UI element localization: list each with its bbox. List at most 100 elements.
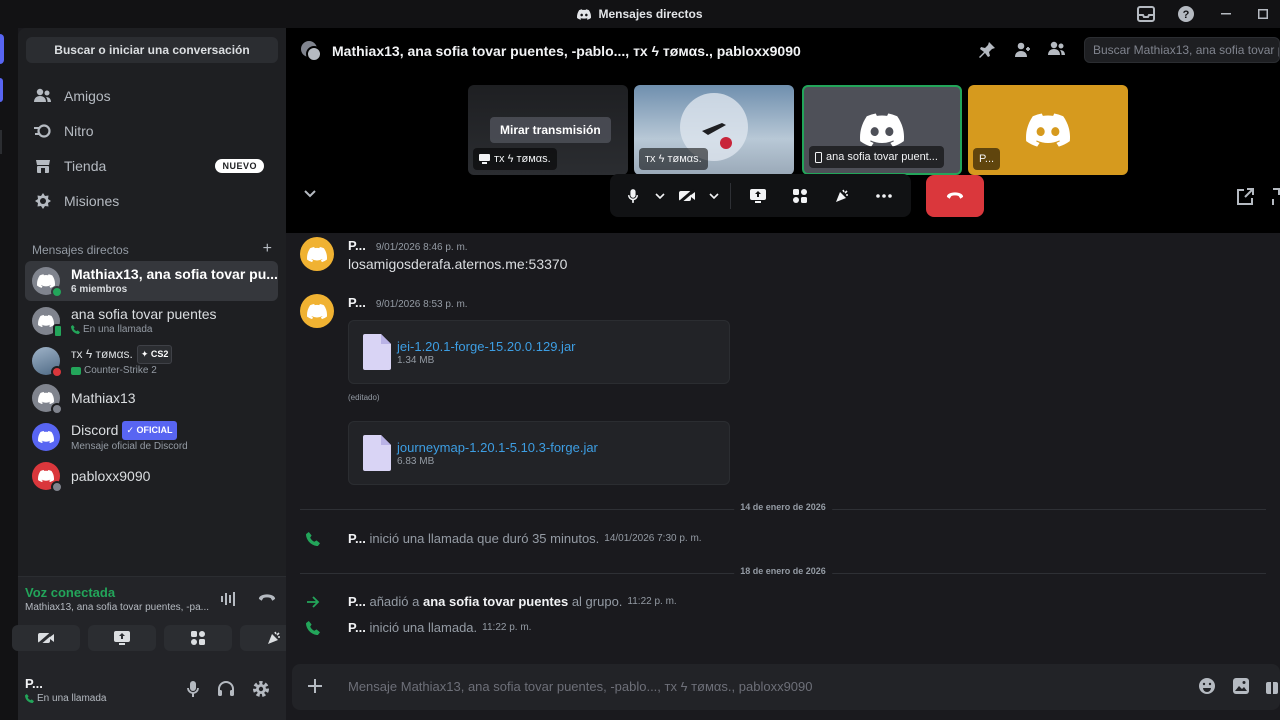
dm-activity: En una llamada [83,324,153,335]
mic-options-chevron-icon[interactable] [652,179,668,213]
pin-icon[interactable] [978,41,996,59]
participant-tile[interactable]: P... [968,85,1128,175]
message-composer[interactable]: Mensaje Mathiax13, ana sofia tovar puent… [292,664,1280,710]
dm-activity: Mensaje oficial de Discord [71,441,188,452]
message-author[interactable]: P... [348,295,366,310]
date-divider-label: 14 de enero de 2026 [734,502,832,512]
system-message-add: P... añadió a ana sofia tovar puentes al… [306,594,677,609]
camera-off-button[interactable] [12,625,80,651]
gift-icon[interactable] [1266,677,1278,695]
channel-search-placeholder: Buscar Mathiax13, ana sofia tovar puente… [1093,43,1279,57]
upload-plus-icon[interactable] [306,677,324,695]
channel-search-input[interactable]: Buscar Mathiax13, ana sofia tovar puente… [1084,37,1280,63]
hang-up-button[interactable] [926,175,984,217]
system-timestamp: 11:22 p. m. [627,596,677,607]
collapse-chevron-icon[interactable] [304,190,316,198]
microphone-icon[interactable] [186,680,200,698]
system-author[interactable]: P... [348,594,366,609]
camera-off-icon [38,631,54,645]
voice-channel-name[interactable]: Mathiax13, ana sofia tovar puentes, -pa.… [25,602,215,613]
screen-share-button[interactable] [88,625,156,651]
sticker-icon[interactable] [1198,677,1216,695]
dnd-status-icon [51,366,63,378]
participant-tile[interactable]: ᴛx ϟ ᴛøᴍαs. [634,85,794,175]
dm-item-pabloxx[interactable]: pabloxx9090 [25,456,278,496]
system-target[interactable]: ana sofia tovar puentes [423,594,568,609]
dm-name: pabloxx9090 [71,467,151,484]
noise-suppression-icon[interactable] [220,591,238,607]
home-server-icon[interactable] [0,34,4,64]
soundboard-icon [836,189,848,202]
minimize-icon[interactable] [1206,0,1246,28]
camera-options-chevron-icon[interactable] [706,179,722,213]
system-text: inició una llamada que duró 35 minutos. [369,531,600,546]
watch-stream-button[interactable]: Mirar transmisión [490,117,611,143]
discord-avatar-icon [1026,113,1070,147]
dm-name: ᴛx ϟ ᴛøᴍαs. [71,347,133,361]
message-avatar[interactable] [300,237,334,271]
dm-name: Discord [71,422,119,438]
camera-off-icon [679,188,695,203]
file-name-link[interactable]: jei-1.20.1-forge-15.20.0.129.jar [397,339,576,354]
maximize-icon[interactable] [1246,0,1280,28]
tile-name: ᴛx ϟ ᴛøᴍαs. [645,153,702,165]
image-icon[interactable] [1232,677,1250,695]
camera-toggle-button[interactable] [672,179,702,213]
file-size: 6.83 MB [397,456,435,467]
server-icon[interactable] [0,78,3,102]
headphones-icon[interactable] [217,680,235,698]
nav-shop[interactable]: Tienda NUEVO [26,149,278,183]
dm-item-mathiax[interactable]: Mathiax13 [25,378,278,418]
popout-icon[interactable] [1236,188,1254,206]
find-conversation-button[interactable]: Buscar o iniciar una conversación [26,37,278,63]
add-friends-icon[interactable] [1013,41,1031,59]
participant-tile-speaking[interactable]: ana sofia tovar puent... [802,85,962,175]
username[interactable]: P... [25,676,43,691]
dm-item-tomas[interactable]: ᴛx ϟ ᴛøᴍαs. ✦ CS2 Counter-Strike 2 [25,341,278,381]
soundboard-button[interactable] [823,179,861,213]
dm-name: Mathiax13, ana sofia tovar pu... [71,266,278,282]
find-conversation-label: Buscar o iniciar una conversación [54,43,250,57]
online-status-icon [51,286,63,298]
nav-friends[interactable]: Amigos [26,79,278,113]
screen-share-button[interactable] [739,179,777,213]
more-options-icon[interactable] [865,179,903,213]
activities-button[interactable] [781,179,819,213]
message-avatar[interactable] [300,294,334,328]
mic-toggle-button[interactable] [618,179,648,213]
dm-item-discord[interactable]: Discord ✓ OFICIAL Mensaje oficial de Disc… [25,417,278,457]
message-input-placeholder[interactable]: Mensaje Mathiax13, ana sofia tovar puent… [348,679,813,694]
system-author[interactable]: P... [348,531,366,546]
quests-icon [34,192,52,210]
file-name-link[interactable]: journeymap-1.20.1-5.10.3-forge.jar [397,440,598,455]
file-attachment: journeymap-1.20.1-5.10.3-forge.jar 6.83 … [348,421,730,485]
nav-quests-label: Misiones [64,193,120,209]
nav-quests[interactable]: Misiones [26,184,278,218]
channel-header: Mathiax13, ana sofia tovar puentes, -pab… [300,40,801,62]
create-dm-button[interactable]: + [263,241,272,257]
activities-button[interactable] [164,625,232,651]
disconnect-icon[interactable] [258,591,276,607]
activities-icon [793,188,807,203]
inbox-icon[interactable] [1126,0,1166,28]
game-icon [71,366,81,375]
dm-item-ana[interactable]: ana sofia tovar puentes En una llamada [25,301,278,341]
nav-nitro[interactable]: Nitro [26,114,278,148]
fullscreen-icon[interactable] [1272,188,1280,206]
stream-tile[interactable]: Mirar transmisión ᴛx ϟ ᴛøᴍαs. [468,85,628,175]
dm-item-group[interactable]: Mathiax13, ana sofia tovar pu... 6 miembr… [25,261,278,301]
help-icon[interactable]: ? [1166,0,1206,28]
call-controls [610,174,911,217]
system-author[interactable]: P... [348,620,366,635]
member-list-icon[interactable] [1048,41,1066,59]
hang-up-icon [946,192,964,199]
message-list: P... 9/01/2026 8:46 p. m. losamigosderafa… [286,233,1280,663]
server-rail [0,28,18,720]
discord-avatar [32,423,60,451]
voice-status-title: Voz conectada [25,585,116,600]
settings-gear-icon[interactable] [252,680,270,698]
message-author[interactable]: P... [348,238,366,253]
shop-icon [34,157,52,175]
dm-section-title: Mensajes directos [32,243,129,257]
group-dm-icon [300,40,322,62]
